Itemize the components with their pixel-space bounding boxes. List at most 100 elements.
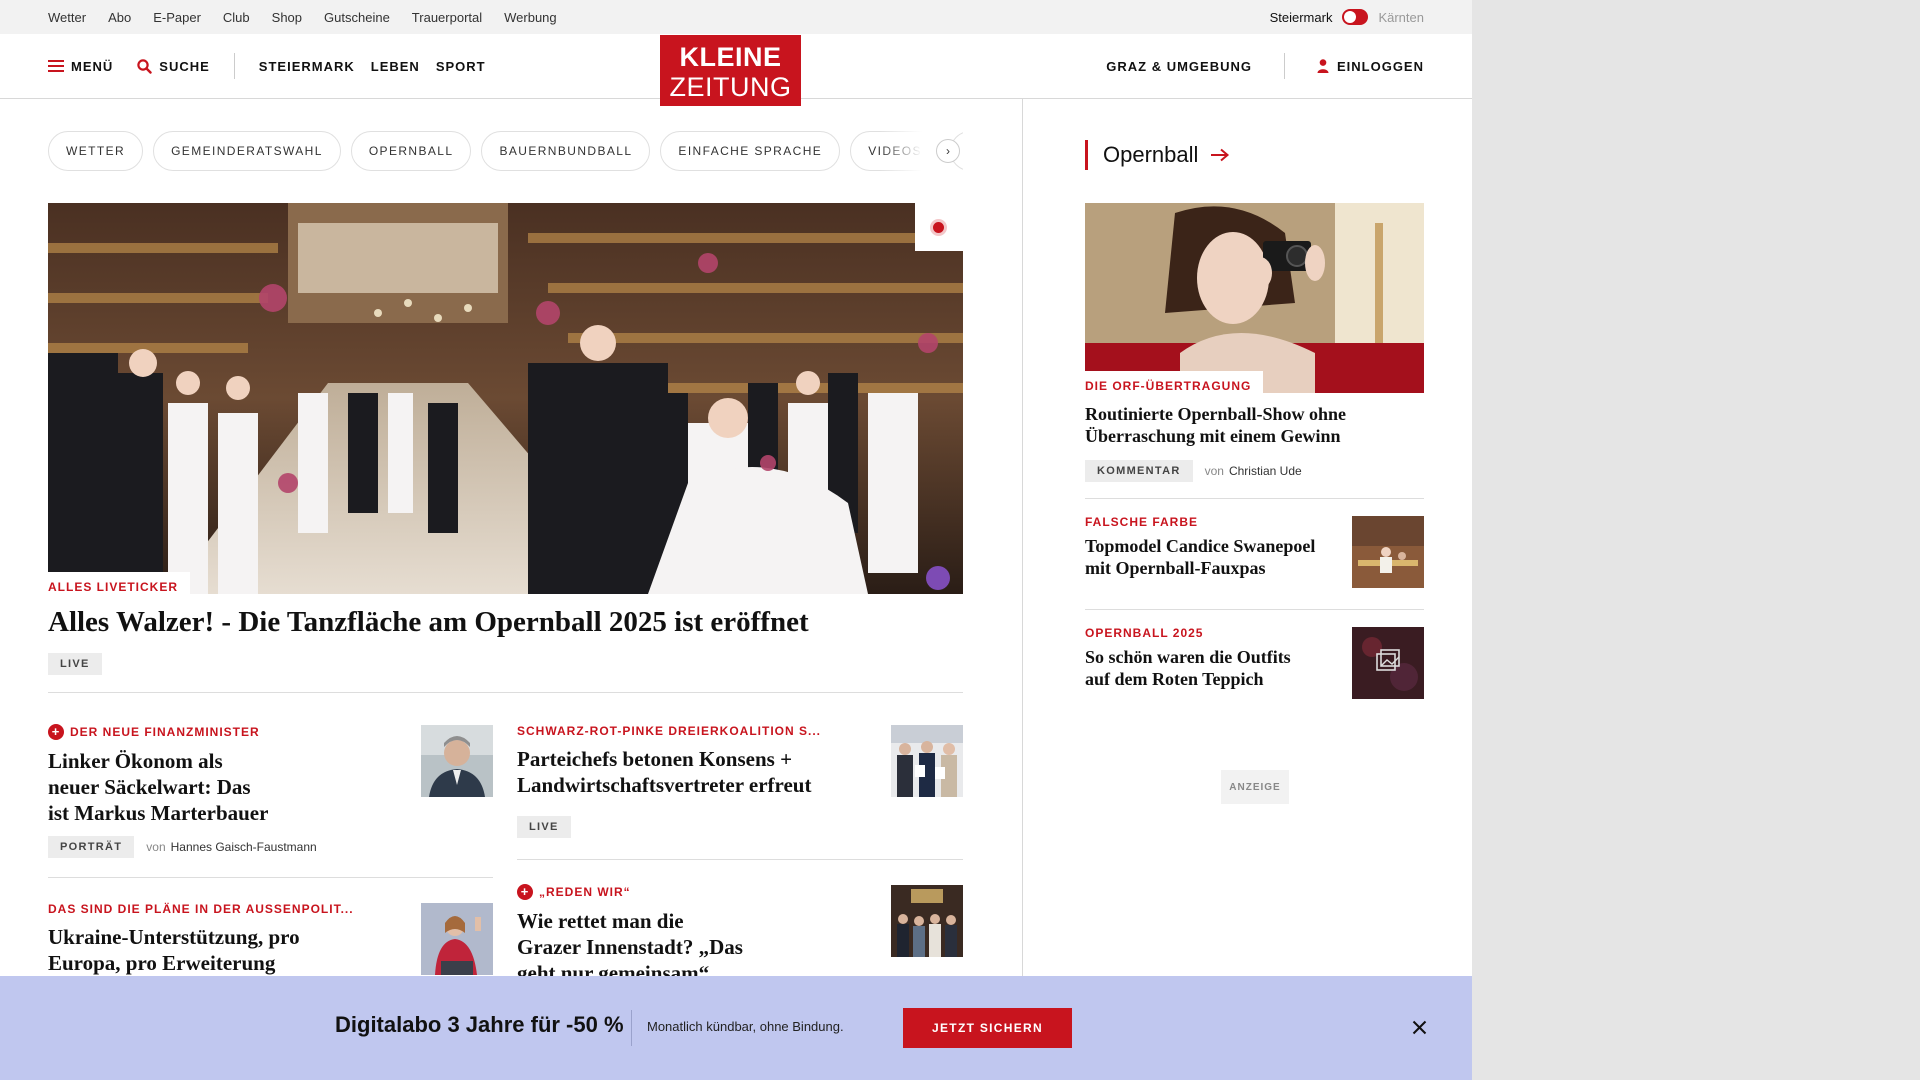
article-card[interactable]: DAS SIND DIE PLÄNE IN DER AUSSENPOLIT...… [48,902,408,976]
close-icon[interactable] [1412,1020,1427,1035]
article-card[interactable]: + DER NEUE FINANZMINISTER Linker Ökonom … [48,724,388,858]
sidebar-kicker: OPERNBALL 2025 [1085,626,1204,640]
article-headline-line: Grazer Innenstadt? „Das [517,935,743,959]
search-button[interactable]: SUCHE [137,59,210,74]
article-headline-line: Ukraine-Unterstützung, pro [48,925,300,949]
region-steiermark[interactable]: Steiermark [1270,10,1333,25]
sidebar-headline-line: So schön waren die Outfits [1085,647,1291,667]
sidebar-headline[interactable]: Topmodel Candice Swanepoel mit Opernball… [1085,535,1345,579]
hero-photo-opera-ball [48,203,963,594]
tag-chip[interactable]: EINFACHE SPRACHE [660,131,841,171]
thumbnail-group [891,885,963,957]
divider [1085,609,1424,610]
article-card[interactable]: + „REDEN WIR“ Wie rettet man die Grazer … [517,884,807,986]
divider [48,692,963,693]
hero-kicker[interactable]: ALLES LIVETICKER [48,572,191,594]
utility-link-abo[interactable]: Abo [108,10,131,25]
sidebar-thumbnail[interactable] [1352,516,1424,588]
header-right: GRAZ & UMGEBUNG EINLOGGEN [1106,34,1424,98]
article-headline[interactable]: Parteichefs betonen Konsens + Landwirtsc… [517,746,867,798]
article-headline[interactable]: Wie rettet man die Grazer Innenstadt? „D… [517,908,807,986]
sidebar-thumbnail[interactable] [1352,627,1424,699]
article-headline[interactable]: Ukraine-Unterstützung, pro Europa, pro E… [48,924,408,976]
article-kicker-text: DER NEUE FINANZMINISTER [70,725,260,739]
sidebar-headline-line: Topmodel Candice Swanepoel [1085,536,1316,556]
nav-leben[interactable]: LEBEN [371,59,420,74]
banner-divider [631,1010,632,1046]
region-switch: Steiermark Kärnten [1270,0,1424,34]
site-logo[interactable]: KLEINE ZEITUNG [660,35,801,106]
section-heading-opernball[interactable]: Opernball [1085,140,1230,170]
hero-image[interactable] [48,203,963,594]
utility-link-gutscheine[interactable]: Gutscheine [324,10,390,25]
sidebar-headline-line: auf dem Roten Teppich [1085,669,1264,689]
feature-headline-line: Routinierte Opernball-Show ohne [1085,404,1347,424]
sidebar-article[interactable]: FALSCHE FARBE Topmodel Candice Swanepoel… [1085,515,1345,579]
arrow-right-icon [1211,148,1230,162]
feature-image[interactable] [1085,203,1424,393]
tags-scroll-right-button[interactable]: › [936,139,960,163]
tag-chip[interactable]: OPERNBALL [350,131,472,171]
article-thumbnail[interactable] [421,903,493,975]
utility-link-trauerportal[interactable]: Trauerportal [412,10,482,25]
byline-von: von [1204,464,1224,478]
region-toggle[interactable] [1342,9,1369,25]
tag-chip[interactable]: BAUERNBUNDBALL [481,131,651,171]
author-name[interactable]: Christian Ude [1229,464,1302,478]
login-button[interactable]: EINLOGGEN [1317,59,1424,74]
byline-text: von Hannes Gaisch-Faustmann [146,840,316,854]
region-link[interactable]: GRAZ & UMGEBUNG [1106,59,1252,74]
portrait-badge: PORTRÄT [48,836,135,858]
main-header: MENÜ SUCHE STEIERMARK LEBEN SPORT KLEINE… [0,34,1472,106]
subscribe-button[interactable]: JETZT SICHERN [903,1008,1072,1048]
nav-steiermark[interactable]: STEIERMARK [259,59,355,74]
nav-sport[interactable]: SPORT [436,59,486,74]
banner-subtext: Monatlich kündbar, ohne Bindung. [647,1019,844,1034]
region-kaernten[interactable]: Kärnten [1378,10,1424,25]
utility-link-epaper[interactable]: E-Paper [153,10,201,25]
thumbnail-politicians [891,725,963,797]
article-headline-line: Linker Ökonom als [48,749,223,773]
article-thumbnail[interactable] [891,885,963,957]
feature-headline[interactable]: Routinierte Opernball-Show ohne Überrasc… [1085,403,1346,447]
header-divider [233,53,235,79]
article-badges: LIVE [517,816,867,838]
tag-chip[interactable]: WETTER [48,131,144,171]
hamburger-icon [48,60,64,72]
live-indicator-icon [930,219,947,236]
author-name[interactable]: Hannes Gaisch-Faustmann [171,840,317,854]
plus-icon: + [48,724,64,740]
article-kicker: DAS SIND DIE PLÄNE IN DER AUSSENPOLIT... [48,902,408,916]
article-thumbnail[interactable] [891,725,963,797]
utility-link-club[interactable]: Club [223,10,250,25]
banner-headline: Digitalabo 3 Jahre für -50 % [335,1012,624,1037]
sidebar-article[interactable]: OPERNBALL 2025 So schön waren die Outfit… [1085,626,1345,690]
article-kicker-text: DAS SIND DIE PLÄNE IN DER AUSSENPOLIT... [48,902,354,916]
login-label: EINLOGGEN [1336,58,1424,74]
utility-link-shop[interactable]: Shop [272,10,302,25]
feature-photo-woman-camera [1085,203,1424,393]
utility-link-werbung[interactable]: Werbung [504,10,557,25]
article-kicker-text: „REDEN WIR“ [539,885,631,899]
menu-button[interactable]: MENÜ [48,59,113,74]
topic-tags: WETTER GEMEINDERATSWAHL OPERNBALL BAUERN… [48,131,963,171]
article-kicker-text: SCHWARZ-ROT-PINKE DREIERKOALITION S... [517,724,822,738]
article-card[interactable]: SCHWARZ-ROT-PINKE DREIERKOALITION S... P… [517,724,867,838]
feature-kicker[interactable]: DIE ORF-ÜBERTRAGUNG [1085,379,1251,393]
article-thumbnail[interactable] [421,725,493,797]
article-headline-line: neuer Säckelwart: Das [48,775,251,799]
article-kicker: + DER NEUE FINANZMINISTER [48,724,388,740]
thumbnail-speaker [421,903,493,975]
utility-link-wetter[interactable]: Wetter [48,10,86,25]
thumbnail-opera-box [1352,516,1424,588]
tags-fade [880,131,940,171]
hero-headline[interactable]: Alles Walzer! - Die Tanzfläche am Opernb… [48,604,809,640]
byline-von: von [146,840,166,854]
tag-chip[interactable]: GEMEINDERATSWAHL [153,131,341,171]
divider [1085,498,1424,499]
byline-text: von Christian Ude [1205,464,1302,478]
article-headline[interactable]: Linker Ökonom als neuer Säckelwart: Das … [48,748,388,826]
feature-byline: KOMMENTAR von Christian Ude [1085,460,1302,482]
sidebar-headline[interactable]: So schön waren die Outfits auf dem Roten… [1085,646,1345,690]
commentary-badge: KOMMENTAR [1085,460,1193,482]
